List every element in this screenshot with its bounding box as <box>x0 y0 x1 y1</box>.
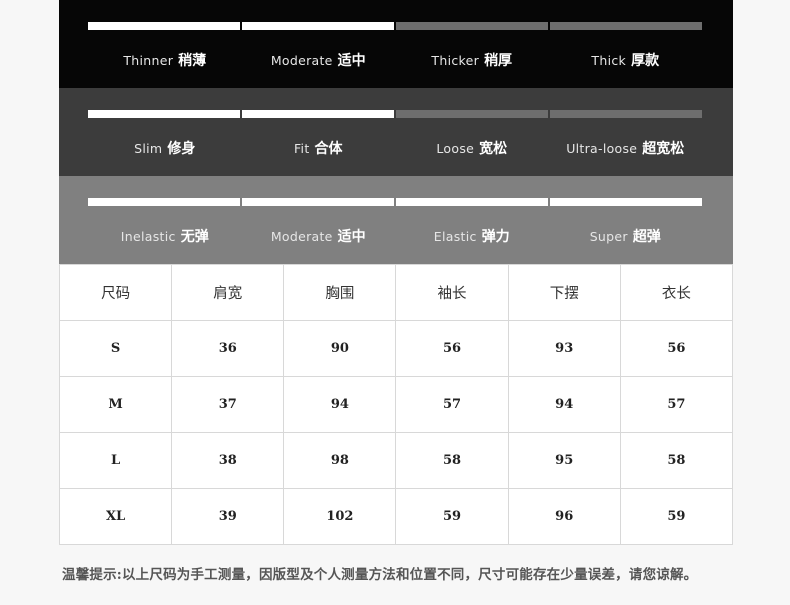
fit-option-loose: Loose 宽松 <box>436 141 508 157</box>
table-header-row: 尺码 肩宽 胸围 袖长 下摆 衣长 <box>58 264 734 321</box>
attribute-panel: Thinner 稍薄 Moderate 适中 Thicker 稍厚 Thick 厚款 S… <box>59 0 733 264</box>
size-table: 尺码 肩宽 胸围 袖长 下摆 衣长 S 36 90 56 93 56 M 37 … <box>58 264 734 545</box>
thickness-segment <box>396 22 548 30</box>
cell-length: 58 <box>619 432 734 489</box>
cell-shoulder: 38 <box>171 432 285 489</box>
cell-shoulder: 39 <box>171 488 285 545</box>
header-shoulder: 肩宽 <box>171 264 285 321</box>
table-row: M 37 94 57 94 57 <box>58 376 734 433</box>
fit-option-slim: Slim 修身 <box>134 141 196 157</box>
fit-segment <box>396 110 548 118</box>
cell-hem: 96 <box>507 488 621 545</box>
cell-sleeve: 59 <box>395 488 509 545</box>
measurement-note: 温馨提示:以上尺码为手工测量，因版型及个人测量方法和位置不同，尺寸可能存在少量误… <box>62 567 698 583</box>
cell-shoulder: 36 <box>171 320 285 377</box>
elasticity-option-super: Super 超弹 <box>589 229 661 245</box>
thickness-segment <box>550 22 702 30</box>
thickness-option-thinner: Thinner 稍薄 <box>123 53 207 69</box>
thickness-band: Thinner 稍薄 Moderate 适中 Thicker 稍厚 Thick 厚款 <box>59 0 733 88</box>
table-row: S 36 90 56 93 56 <box>58 320 734 377</box>
elasticity-segment <box>550 198 702 206</box>
cell-shoulder: 37 <box>171 376 285 433</box>
elasticity-segment <box>242 198 394 206</box>
thickness-segment <box>88 22 240 30</box>
table-row: XL 39 102 59 96 59 <box>58 488 734 545</box>
cell-size: S <box>58 320 173 377</box>
cell-length: 59 <box>619 488 734 545</box>
cell-chest: 90 <box>283 320 397 377</box>
header-hem: 下摆 <box>507 264 621 321</box>
header-size: 尺码 <box>58 264 173 321</box>
cell-hem: 93 <box>507 320 621 377</box>
cell-hem: 94 <box>507 376 621 433</box>
elasticity-option-elastic: Elastic 弹力 <box>433 229 510 245</box>
cell-sleeve: 56 <box>395 320 509 377</box>
cell-size: L <box>58 432 173 489</box>
cell-size: XL <box>58 488 173 545</box>
header-sleeve: 袖长 <box>395 264 509 321</box>
thickness-scale <box>88 22 702 30</box>
fit-option-ultra-loose: Ultra-loose 超宽松 <box>566 141 685 157</box>
cell-sleeve: 58 <box>395 432 509 489</box>
fit-scale <box>88 110 702 118</box>
elasticity-segment <box>88 198 240 206</box>
fit-option-fit: Fit 合体 <box>293 141 343 157</box>
fit-band: Slim 修身 Fit 合体 Loose 宽松 Ultra-loose 超宽松 <box>59 88 733 176</box>
elasticity-option-moderate: Moderate 适中 <box>270 229 366 245</box>
fit-segment <box>550 110 702 118</box>
fit-segment <box>242 110 394 118</box>
cell-sleeve: 57 <box>395 376 509 433</box>
header-chest: 胸围 <box>283 264 397 321</box>
cell-size: M <box>58 376 173 433</box>
elasticity-band: Inelastic 无弹 Moderate 适中 Elastic 弹力 Super 超弹 <box>59 176 733 264</box>
cell-chest: 94 <box>283 376 397 433</box>
cell-hem: 95 <box>507 432 621 489</box>
elasticity-option-inelastic: Inelastic 无弹 <box>120 229 209 245</box>
cell-length: 56 <box>619 320 734 377</box>
fit-segment <box>88 110 240 118</box>
header-length: 衣长 <box>619 264 734 321</box>
thickness-option-moderate: Moderate 适中 <box>270 53 366 69</box>
thickness-option-thicker: Thicker 稍厚 <box>431 53 513 69</box>
elasticity-segment <box>396 198 548 206</box>
elasticity-scale <box>88 198 702 206</box>
cell-length: 57 <box>619 376 734 433</box>
table-row: L 38 98 58 95 58 <box>58 432 734 489</box>
cell-chest: 98 <box>283 432 397 489</box>
cell-chest: 102 <box>283 488 397 545</box>
thickness-option-thick: Thick 厚款 <box>591 53 660 69</box>
thickness-segment <box>242 22 394 30</box>
